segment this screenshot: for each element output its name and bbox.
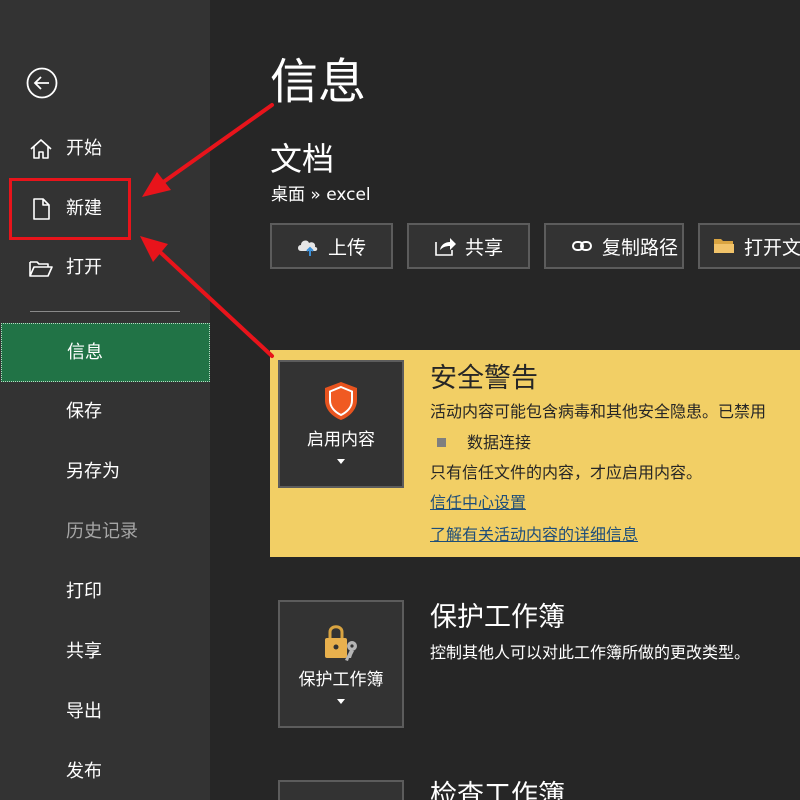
open-folder-icon — [29, 261, 53, 277]
inspect-workbook-button[interactable] — [278, 780, 404, 800]
folder-icon — [714, 239, 734, 253]
sidebar-item-info[interactable]: 信息 — [1, 323, 210, 382]
link-icon — [572, 241, 592, 251]
enable-content-label: 启用内容 — [307, 430, 375, 450]
bullet-marker — [437, 438, 446, 447]
security-warning-panel: 启用内容 安全警告 活动内容可能包含病毒和其他安全隐患。已禁用 数据连接 只有信… — [270, 350, 800, 557]
share-icon — [435, 238, 456, 256]
sidebar-item-label: 开始 — [66, 138, 102, 159]
trust-center-link[interactable]: 信任中心设置 — [430, 492, 526, 514]
security-warning-description: 活动内容可能包含病毒和其他安全隐患。已禁用 — [430, 402, 767, 421]
protect-workbook-button[interactable]: 保护工作簿 — [278, 600, 404, 728]
sidebar-item-print[interactable]: 打印 — [0, 572, 210, 612]
document-title: 文档 — [270, 140, 335, 178]
data-connection-item: 数据连接 — [467, 433, 532, 452]
sidebar-item-label: 打开 — [66, 257, 102, 278]
security-warning-note: 只有信任文件的内容，才应启用内容。 — [430, 463, 703, 482]
home-icon — [30, 139, 52, 159]
protect-workbook-label: 保护工作簿 — [298, 670, 384, 690]
sidebar-item-label: 导出 — [66, 701, 102, 722]
lock-key-icon — [325, 625, 357, 661]
sidebar-item-publish[interactable]: 发布 — [0, 752, 210, 792]
enable-content-button[interactable]: 启用内容 — [278, 360, 404, 488]
security-warning-title: 安全警告 — [430, 363, 538, 394]
copy-path-button-label: 复制路径 — [602, 236, 679, 259]
sidebar-item-label: 历史记录 — [66, 521, 138, 542]
share-button-label: 共享 — [465, 236, 504, 259]
backstage-sidebar: 开始 新建 打开 信息 保存 另存为 历史记录 打印 共享 导出 发布 — [0, 0, 210, 800]
sidebar-item-label: 共享 — [66, 641, 102, 662]
sidebar-item-history: 历史记录 — [0, 512, 210, 552]
chevron-down-icon — [337, 699, 345, 704]
upload-button[interactable]: 上传 — [270, 223, 393, 269]
breadcrumb: 桌面 » excel — [271, 185, 371, 205]
sidebar-item-open[interactable]: 打开 — [0, 248, 210, 288]
copy-path-button[interactable]: 复制路径 — [544, 223, 684, 269]
learn-more-link[interactable]: 了解有关活动内容的详细信息 — [430, 524, 638, 546]
sidebar-item-save[interactable]: 保存 — [0, 392, 210, 432]
protect-workbook-description: 控制其他人可以对此工作簿所做的更改类型。 — [430, 643, 751, 662]
sidebar-item-label: 保存 — [66, 401, 102, 422]
sidebar-item-export[interactable]: 导出 — [0, 692, 210, 732]
chevron-down-icon — [337, 459, 345, 464]
back-arrow-icon — [26, 67, 58, 99]
sidebar-item-label: 另存为 — [66, 461, 120, 482]
open-location-button-label: 打开文 — [744, 236, 800, 259]
sidebar-item-label: 打印 — [66, 581, 102, 602]
inspect-workbook-title: 检查工作簿 — [430, 780, 565, 800]
sidebar-divider — [30, 311, 180, 312]
annotation-highlight-box — [9, 178, 131, 240]
back-button[interactable] — [26, 67, 58, 99]
sidebar-item-label: 信息 — [67, 342, 103, 363]
sidebar-item-label: 发布 — [66, 761, 102, 782]
upload-cloud-icon — [298, 240, 318, 256]
sidebar-item-share[interactable]: 共享 — [0, 632, 210, 672]
share-button[interactable]: 共享 — [407, 223, 530, 269]
protect-workbook-title: 保护工作簿 — [430, 602, 565, 633]
open-location-button[interactable]: 打开文 — [698, 223, 800, 269]
shield-icon — [325, 382, 357, 420]
sidebar-item-home[interactable]: 开始 — [0, 129, 210, 169]
upload-button-label: 上传 — [328, 236, 367, 259]
page-title: 信息 — [270, 54, 367, 110]
sidebar-item-save-as[interactable]: 另存为 — [0, 452, 210, 492]
